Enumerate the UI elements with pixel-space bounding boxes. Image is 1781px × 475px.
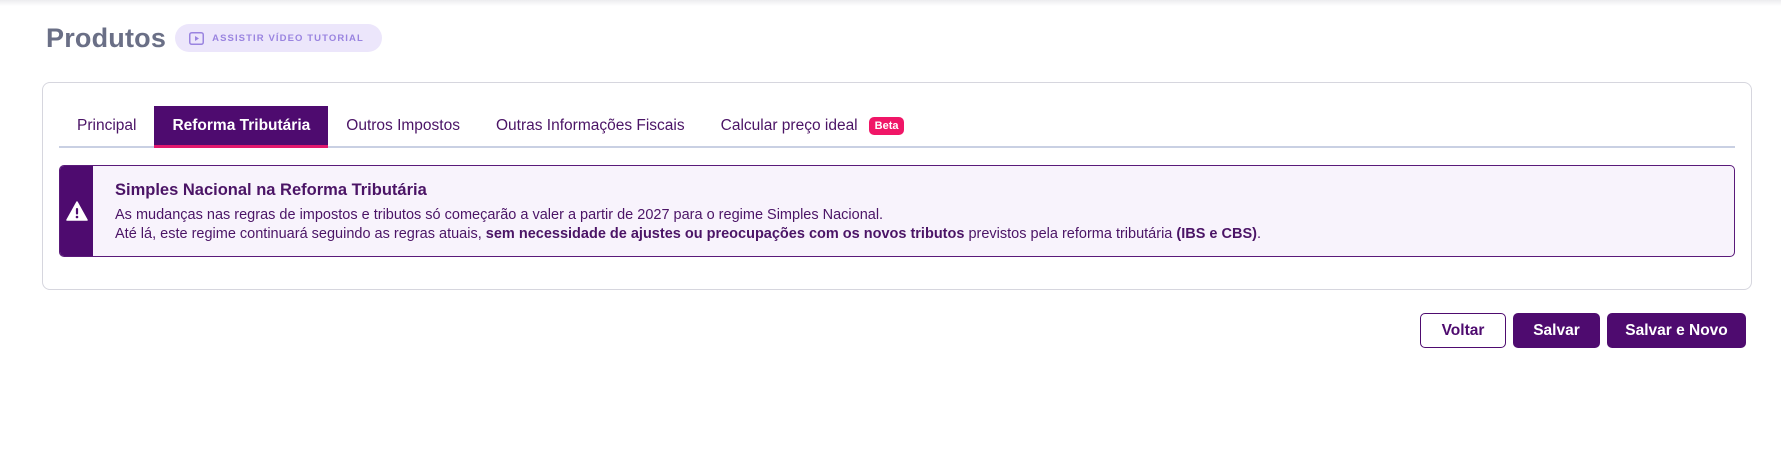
tab-label: Outros Impostos xyxy=(346,117,460,134)
alert-stripe xyxy=(60,166,93,256)
warning-icon xyxy=(65,201,88,221)
alert-line-1: As mudanças nas regras de impostos e tri… xyxy=(115,207,884,223)
page-header: Produtos ASSISTIR VÍDEO TUTORIAL xyxy=(46,18,382,58)
tab-outros-impostos[interactable]: Outros Impostos xyxy=(328,106,478,146)
page-title: Produtos xyxy=(46,22,167,53)
save-and-new-button[interactable]: Salvar e Novo xyxy=(1607,313,1746,348)
beta-badge: Beta xyxy=(868,117,905,135)
tab-label: Reforma Tributária xyxy=(172,117,311,134)
alert-title: Simples Nacional na Reforma Tributária xyxy=(115,181,427,199)
watch-tutorial-button[interactable]: ASSISTIR VÍDEO TUTORIAL xyxy=(175,24,382,52)
alert-text: Até lá, este regime continuará seguindo … xyxy=(115,226,486,242)
top-shadow xyxy=(0,0,1781,6)
alert-line-2: Até lá, este regime continuará seguindo … xyxy=(115,225,1261,244)
tab-calcular-preco-ideal[interactable]: Calcular preço ideal Beta xyxy=(703,106,923,146)
tab-label: Calcular preço ideal xyxy=(720,117,858,134)
tab-principal[interactable]: Principal xyxy=(59,106,154,146)
alert-body: Simples Nacional na Reforma Tributária A… xyxy=(115,181,1261,244)
alert-bold-text: (IBS e CBS) xyxy=(1176,226,1257,242)
back-button[interactable]: Voltar xyxy=(1420,313,1506,348)
alert-text: . xyxy=(1256,226,1261,242)
tab-outras-informacoes-fiscais[interactable]: Outras Informações Fiscais xyxy=(478,106,703,146)
tab-bar: Principal Reforma Tributária Outros Impo… xyxy=(59,106,1735,148)
product-form-card: Principal Reforma Tributária Outros Impo… xyxy=(42,82,1752,290)
tab-label: Principal xyxy=(77,117,137,134)
save-button[interactable]: Salvar xyxy=(1513,313,1600,348)
watch-tutorial-label: ASSISTIR VÍDEO TUTORIAL xyxy=(212,32,364,44)
reforma-alert: Simples Nacional na Reforma Tributária A… xyxy=(59,165,1735,257)
alert-bold-text: sem necessidade de ajustes ou preocupaçõ… xyxy=(485,226,965,242)
form-actions: Voltar Salvar Salvar e Novo xyxy=(1420,313,1746,348)
tab-label: Outras Informações Fiscais xyxy=(495,117,685,134)
video-play-icon xyxy=(189,31,205,45)
tab-reforma-tributaria[interactable]: Reforma Tributária xyxy=(154,106,329,148)
alert-text: previstos pela reforma tributária xyxy=(964,226,1177,242)
